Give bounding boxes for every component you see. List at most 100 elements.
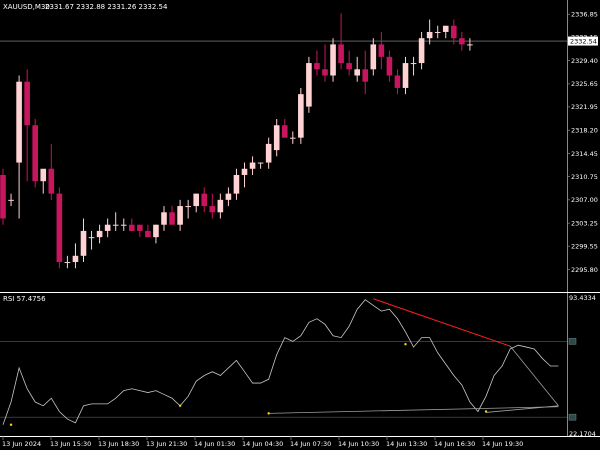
price-tick-label: 2303.25 [571,219,598,227]
candle [112,212,119,231]
candle [8,193,14,207]
candle-body [217,199,224,213]
price-tick-label: 2314.45 [571,150,598,158]
candle [145,224,151,238]
candle [273,119,280,157]
candle-body [16,81,22,163]
price-tick-label: 2321.95 [571,103,598,111]
rsi-level-marker[interactable] [568,338,577,345]
candle [322,44,328,82]
candle [459,31,465,51]
candle [137,224,143,238]
candle [225,187,232,207]
rsi-gray-trendline[interactable] [485,405,559,413]
time-tick-label: 13 Jun 2024 [2,440,41,448]
time-axis: 13 Jun 2024 13 Jun 15:30 13 Jun 18:30 13 Ju… [2,436,523,448]
candle-body [346,63,352,70]
candle-body [72,255,79,263]
candle-body [225,193,232,200]
candle-body [96,230,103,238]
price-pane: 2336.852333.152329.402325.652321.952318.… [0,0,600,293]
rsi-point [484,410,488,413]
rsi-marked-points [9,343,488,426]
candle [346,50,352,76]
candle-body [24,81,30,126]
candle [434,25,441,39]
candle-body [193,193,199,207]
candle-body [177,206,183,225]
candle [64,255,71,269]
rsi-line [2,299,559,425]
candle [418,31,425,70]
candle-body [209,206,216,213]
rsi-max-label: 93.4334 [569,294,596,302]
rsi-level-marker[interactable] [568,413,577,421]
candle [153,224,159,244]
candle [298,87,304,144]
price-axis: 2336.852333.152329.402325.652321.952318.… [567,11,598,274]
time-tick-label: 13 Jun 15:30 [50,440,91,448]
candle-body [386,56,393,76]
candle-body [354,69,360,76]
candle-body [112,224,119,226]
candle-body [80,230,87,256]
candle [120,218,127,231]
candle [402,56,409,95]
candle [362,50,369,95]
candle-body [0,174,6,219]
candle [306,56,312,113]
rsi-point [267,412,270,415]
candle-body [298,94,304,138]
candle-body [451,25,457,39]
candle-body [394,75,401,88]
time-tick-label: 14 Jun 10:30 [338,440,379,448]
price-tick-label: 2307.00 [571,196,598,204]
candle-body [241,168,248,175]
candle-body [104,224,111,231]
time-tick-label: 14 Jun 13:30 [386,440,427,448]
candle-body [322,69,328,76]
candle [386,50,393,82]
price-tick-label: 2295.80 [571,266,598,274]
price-tick-label: 2318.20 [571,127,598,135]
candle-body [233,174,240,194]
candle-body [467,44,473,46]
price-tick-label: 2329.40 [571,57,598,65]
candle [169,206,175,225]
candle [281,119,288,138]
candle-body [145,230,151,238]
candle [129,218,135,231]
candle-body [378,44,385,57]
ohlc-label: 2331.67 2332.88 2331.26 2332.54 [45,3,168,11]
chart-canvas: 2336.852333.152329.402325.652321.952318.… [0,0,600,448]
candle [80,218,87,263]
candle [32,119,38,188]
time-tick-label: 13 Jun 18:30 [98,440,139,448]
candle-body [410,63,417,65]
candle [426,19,433,45]
candle [209,193,216,219]
time-tick-label: 13 Jun 21:30 [146,440,187,448]
candle-body [137,224,143,231]
candle [442,25,449,39]
rsi-red-trendline[interactable] [373,298,511,347]
candle [370,38,377,76]
candle-body [64,262,71,264]
candle-body [161,212,167,225]
candle [96,224,103,244]
candles-group [0,13,473,269]
candle [48,143,55,200]
price-tick-label: 2325.65 [571,80,598,88]
candle [40,168,47,194]
candle [88,230,95,250]
rsi-gray-trendline[interactable] [509,345,559,407]
candle [467,38,473,51]
symbol-label: XAUUSD,M30 [3,3,50,11]
time-tick-label: 14 Jun 04:30 [242,440,283,448]
time-tick-label: 14 Jun 07:30 [290,440,331,448]
candle-body [257,162,264,164]
candle [201,187,208,213]
candle [185,199,191,219]
candle-body [273,125,280,151]
candle-body [442,25,449,32]
